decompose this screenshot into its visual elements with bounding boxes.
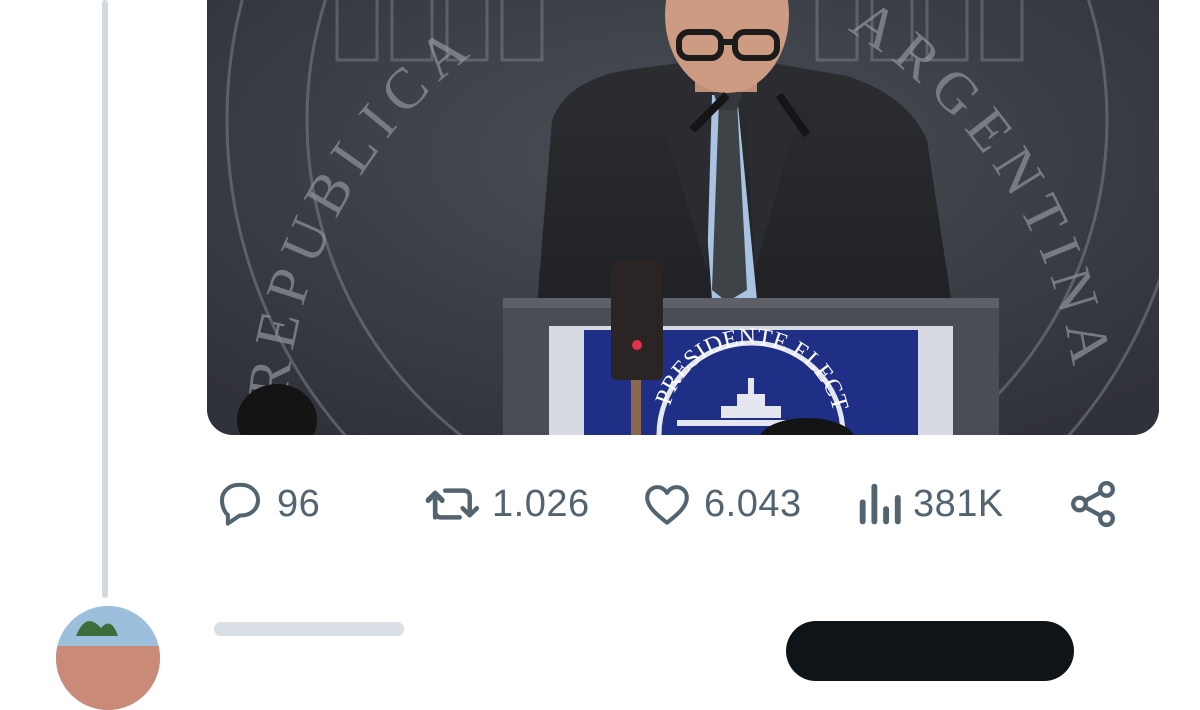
like-button[interactable]: 6.043 bbox=[640, 474, 802, 534]
reply-button[interactable]: 96 bbox=[213, 474, 320, 534]
reply-icon bbox=[219, 482, 261, 526]
thread-connector-line bbox=[102, 0, 108, 598]
like-count: 6.043 bbox=[704, 482, 802, 525]
heart-icon bbox=[645, 485, 689, 525]
retweet-icon bbox=[425, 488, 480, 520]
analytics-icon bbox=[859, 483, 901, 525]
next-tweet-author-name bbox=[214, 622, 404, 636]
share-button[interactable] bbox=[1066, 474, 1120, 534]
next-tweet-avatar[interactable] bbox=[56, 606, 160, 710]
views-count: 381K bbox=[913, 482, 1004, 525]
next-tweet-follow-button[interactable] bbox=[786, 621, 1074, 681]
retweet-button[interactable]: 1.026 bbox=[424, 474, 590, 534]
reply-count: 96 bbox=[277, 482, 321, 525]
retweet-count: 1.026 bbox=[492, 482, 590, 525]
share-icon bbox=[1071, 480, 1115, 528]
tweet-media-image[interactable]: REPUBLICA ARGENTINA PRESIDENTE ELECT bbox=[207, 0, 1159, 435]
views-button[interactable]: 381K bbox=[857, 474, 1004, 534]
